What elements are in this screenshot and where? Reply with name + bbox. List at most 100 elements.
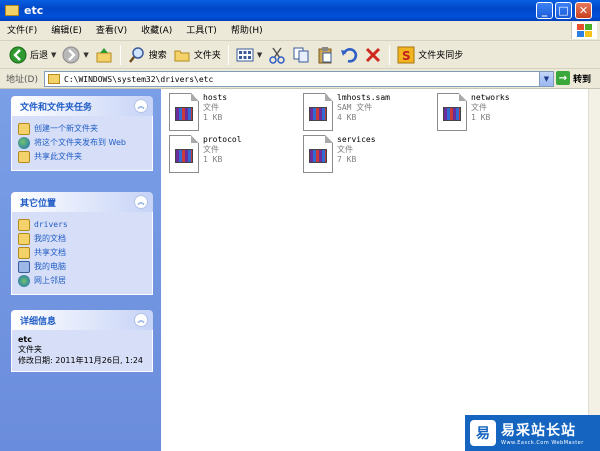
menu-edit[interactable]: 编辑(E): [44, 21, 89, 41]
other-places-body: drivers 我的文档 共享文档 我的电脑 网上邻居: [11, 212, 153, 295]
file-tasks-panel: 文件和文件夹任务 ︽ 创建一个新文件夹 将这个文件夹发布到 Web 共享此文件夹: [11, 96, 153, 171]
file-item[interactable]: services 文件 7 KB: [303, 135, 376, 173]
panel-title: 其它位置: [20, 198, 57, 209]
place-drivers[interactable]: drivers: [18, 219, 146, 231]
close-button[interactable]: ✕: [575, 2, 592, 19]
details-header[interactable]: 详细信息 ︽: [11, 310, 153, 330]
details-body: etc 文件夹 修改日期: 2011年11月26日, 1:24: [11, 330, 153, 372]
task-label[interactable]: 将这个文件夹发布到 Web: [34, 137, 126, 148]
site-watermark: 易 易采站长站 Www.Easck.Com WebMaster: [465, 415, 600, 451]
collapse-chevron-icon[interactable]: ︽: [134, 195, 148, 209]
detail-type: 文件夹: [18, 345, 42, 354]
task-new-folder[interactable]: 创建一个新文件夹: [18, 123, 146, 135]
forward-button[interactable]: ▼: [59, 43, 91, 67]
folder-icon: [18, 219, 30, 231]
explorer-window: etc _ □ ✕ 文件(F) 编辑(E) 查看(V) 收藏(A) 工具(T) …: [0, 0, 600, 451]
toolbar: 后退 ▼ ▼ 搜索 文件夹 ▼ S 文件夹同步: [0, 41, 600, 69]
delete-button[interactable]: [361, 43, 385, 67]
file-tasks-body: 创建一个新文件夹 将这个文件夹发布到 Web 共享此文件夹: [11, 116, 153, 171]
task-label[interactable]: 共享此文件夹: [34, 151, 82, 162]
system-file-icon: [303, 135, 333, 173]
menu-view[interactable]: 查看(V): [89, 21, 134, 41]
file-type: 文件: [203, 103, 219, 112]
address-path[interactable]: C:\WINDOWS\system32\drivers\etc: [64, 75, 213, 84]
chevron-down-icon[interactable]: ▼: [83, 51, 88, 59]
address-bar: 地址(D) C:\WINDOWS\system32\drivers\etc ▼ …: [0, 69, 600, 89]
publish-web-icon: [18, 137, 30, 149]
folder-sync-button[interactable]: S 文件夹同步: [394, 43, 466, 67]
sync-icon: S: [397, 46, 415, 64]
file-size: 1 KB: [203, 113, 223, 122]
maximize-button[interactable]: □: [555, 2, 572, 19]
go-button[interactable]: → 转到: [556, 71, 591, 85]
go-label: 转到: [573, 74, 592, 85]
address-input[interactable]: C:\WINDOWS\system32\drivers\etc ▼: [44, 71, 554, 87]
new-folder-icon: [18, 123, 30, 135]
file-item[interactable]: networks 文件 1 KB: [437, 93, 510, 131]
title-bar[interactable]: etc _ □ ✕: [0, 0, 600, 21]
collapse-chevron-icon[interactable]: ︽: [134, 99, 148, 113]
toolbar-separator: [119, 44, 121, 65]
chevron-down-icon[interactable]: ▼: [257, 51, 262, 59]
file-name: protocol: [203, 135, 242, 144]
paste-button[interactable]: [313, 43, 337, 67]
up-folder-button[interactable]: [92, 43, 116, 67]
minimize-button[interactable]: _: [536, 2, 553, 19]
windows-logo-icon: [571, 22, 597, 39]
menu-tools[interactable]: 工具(T): [179, 21, 224, 41]
place-label[interactable]: 共享文档: [34, 247, 66, 258]
file-size: 4 KB: [337, 113, 357, 122]
collapse-chevron-icon[interactable]: ︽: [134, 313, 148, 327]
place-label[interactable]: 我的文档: [34, 233, 66, 244]
system-file-icon: [169, 135, 199, 173]
shared-documents-icon: [18, 247, 30, 259]
task-publish-web[interactable]: 将这个文件夹发布到 Web: [18, 137, 146, 149]
cut-button[interactable]: [265, 43, 289, 67]
file-type: 文件: [203, 145, 219, 154]
undo-icon: [340, 46, 358, 64]
chevron-down-icon[interactable]: ▼: [539, 72, 553, 86]
file-item[interactable]: hosts 文件 1 KB: [169, 93, 227, 131]
menu-favorites[interactable]: 收藏(A): [134, 21, 179, 41]
file-name: networks: [471, 93, 510, 102]
back-button[interactable]: 后退 ▼: [6, 43, 59, 67]
menu-help[interactable]: 帮助(H): [224, 21, 270, 41]
vertical-scrollbar[interactable]: [588, 89, 600, 415]
folders-label: 文件夹: [193, 51, 221, 61]
place-my-computer[interactable]: 我的电脑: [18, 261, 146, 273]
file-item[interactable]: lmhosts.sam SAM 文件 4 KB: [303, 93, 390, 131]
folders-button[interactable]: 文件夹: [170, 43, 224, 67]
system-file-icon: [169, 93, 199, 131]
task-share-folder[interactable]: 共享此文件夹: [18, 151, 146, 163]
file-item[interactable]: protocol 文件 1 KB: [169, 135, 242, 173]
place-label[interactable]: drivers: [34, 219, 68, 230]
watermark-logo-icon: 易: [470, 420, 496, 446]
other-places-header[interactable]: 其它位置 ︽: [11, 192, 153, 212]
copy-button[interactable]: [289, 43, 313, 67]
go-arrow-icon: →: [556, 71, 570, 85]
task-label[interactable]: 创建一个新文件夹: [34, 123, 98, 134]
menu-bar: 文件(F) 编辑(E) 查看(V) 收藏(A) 工具(T) 帮助(H): [0, 21, 600, 41]
place-my-documents[interactable]: 我的文档: [18, 233, 146, 245]
place-label[interactable]: 我的电脑: [34, 261, 66, 272]
menu-file[interactable]: 文件(F): [0, 21, 44, 41]
undo-button[interactable]: [337, 43, 361, 67]
search-button[interactable]: 搜索: [125, 43, 170, 67]
place-shared-documents[interactable]: 共享文档: [18, 247, 146, 259]
watermark-url: Www.Easck.Com WebMaster: [501, 440, 584, 446]
other-places-panel: 其它位置 ︽ drivers 我的文档 共享文档 我的电脑 网上邻居: [11, 192, 153, 295]
place-network[interactable]: 网上邻居: [18, 275, 146, 287]
file-tasks-header[interactable]: 文件和文件夹任务 ︽: [11, 96, 153, 116]
paste-icon: [316, 46, 334, 64]
address-label: 地址(D): [6, 75, 38, 85]
chevron-down-icon[interactable]: ▼: [51, 51, 56, 59]
views-button[interactable]: ▼: [233, 43, 265, 67]
search-icon: [128, 46, 146, 64]
place-label[interactable]: 网上邻居: [34, 275, 66, 286]
file-name: lmhosts.sam: [337, 93, 390, 102]
back-label: 后退: [30, 51, 49, 61]
back-arrow-icon: [9, 46, 27, 64]
system-file-icon: [437, 93, 467, 131]
views-grid-icon: [236, 46, 254, 64]
delete-x-icon: [364, 46, 382, 64]
